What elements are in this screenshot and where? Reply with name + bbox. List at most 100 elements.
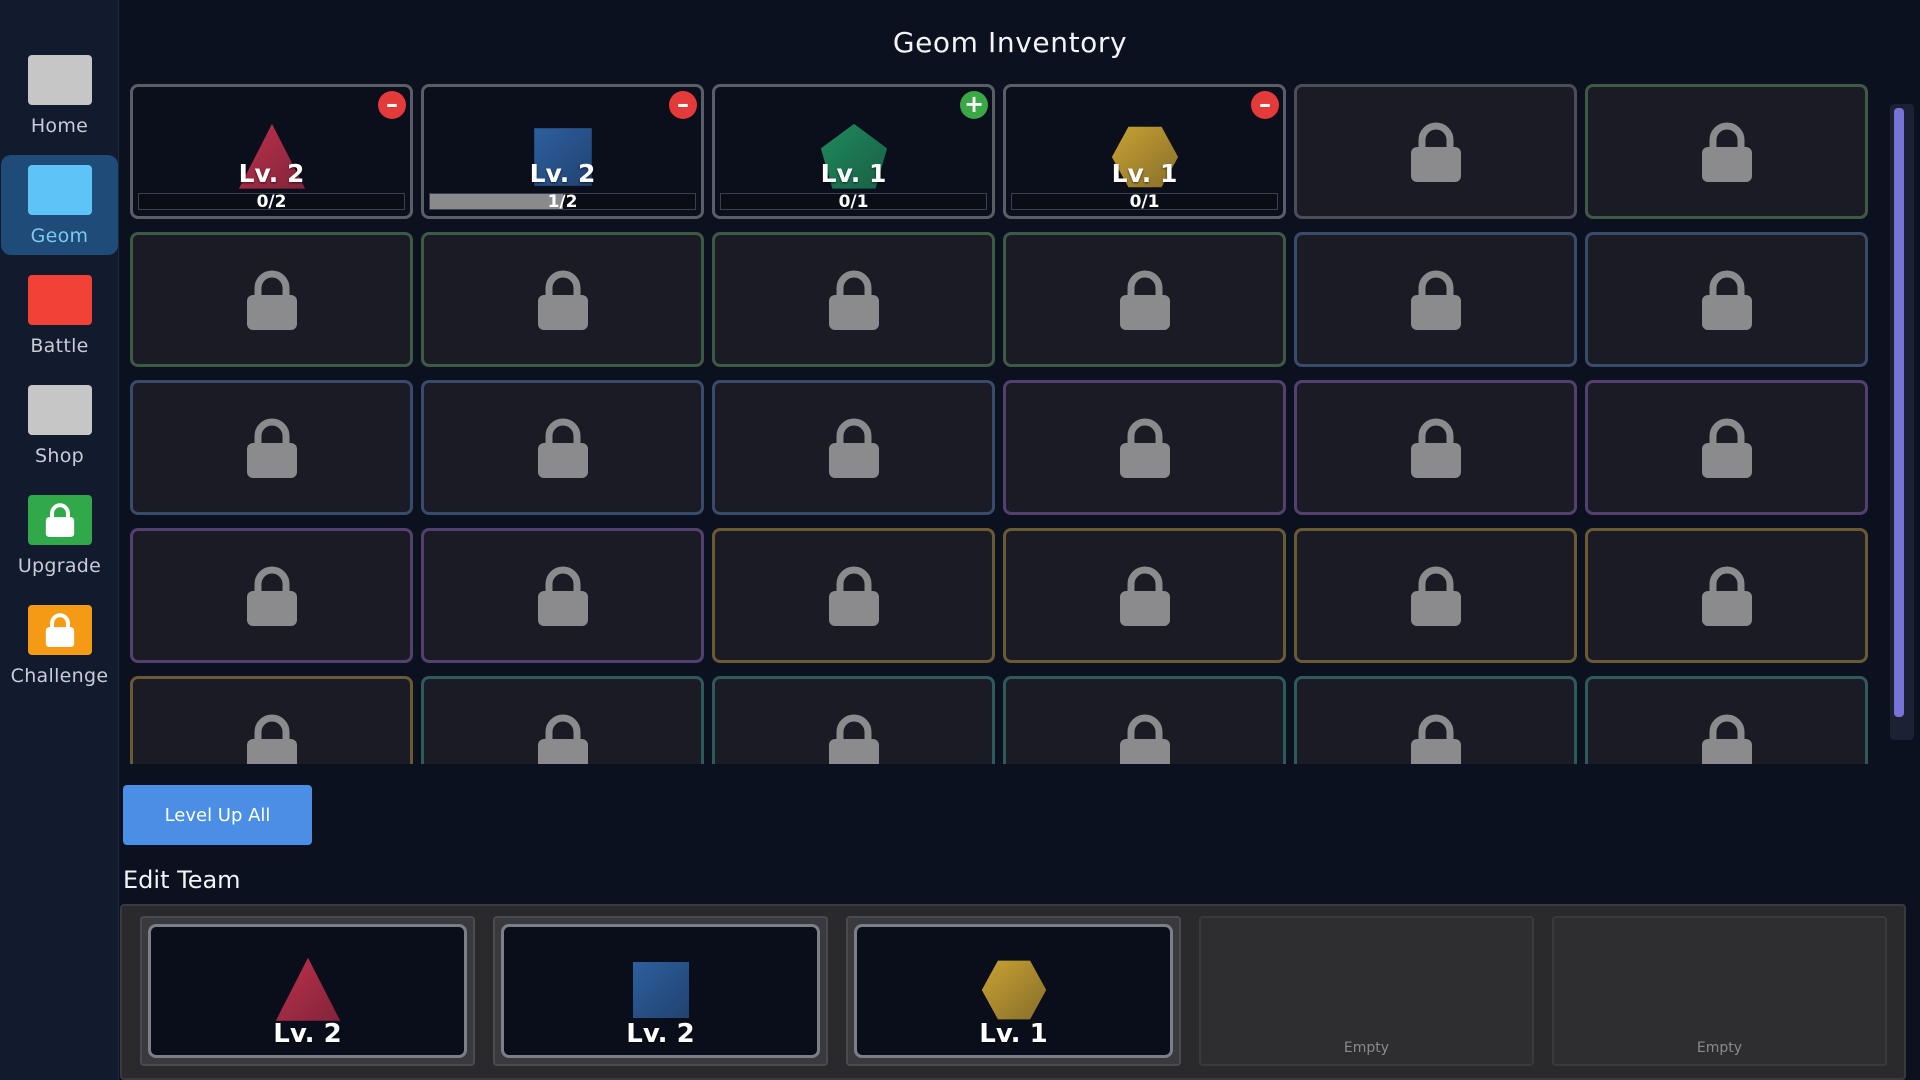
- locked-slot[interactable]: [130, 380, 413, 515]
- sidebar-item-label: Geom: [30, 225, 89, 247]
- locked-slot[interactable]: [1585, 676, 1868, 764]
- locked-slot[interactable]: [1294, 528, 1577, 663]
- locked-slot[interactable]: [421, 380, 704, 515]
- sidebar-item-shop[interactable]: Shop: [0, 375, 119, 475]
- locked-slot[interactable]: [130, 528, 413, 663]
- team-slot-frame: Lv. 2: [148, 924, 467, 1058]
- team-geom-level: Lv. 1: [979, 1019, 1048, 1049]
- lock-icon: [537, 418, 588, 478]
- lock-icon: [45, 503, 74, 537]
- sidebar-item-battle[interactable]: Battle: [0, 265, 119, 365]
- challenge-icon: [27, 605, 92, 655]
- sidebar-item-home[interactable]: Home: [0, 45, 119, 145]
- locked-slot[interactable]: [1585, 232, 1868, 367]
- remove-from-team-button[interactable]: –: [1251, 91, 1279, 119]
- sidebar-item-challenge[interactable]: Challenge: [0, 595, 119, 695]
- home-icon: [27, 55, 92, 105]
- lock-icon: [1410, 714, 1461, 764]
- locked-slot[interactable]: [1585, 528, 1868, 663]
- lock-icon: [537, 566, 588, 626]
- locked-slot[interactable]: [130, 232, 413, 367]
- lock-icon: [828, 714, 879, 764]
- locked-slot[interactable]: [712, 380, 995, 515]
- geom-slot[interactable]: Lv. 2 0/2 –: [130, 84, 413, 219]
- inventory-scrollbar[interactable]: [1890, 104, 1914, 740]
- locked-slot[interactable]: [1294, 232, 1577, 367]
- square-geom-icon: [632, 962, 689, 1018]
- remove-from-team-button[interactable]: –: [378, 91, 406, 119]
- sidebar-item-label: Shop: [35, 445, 84, 467]
- lock-icon: [1119, 418, 1170, 478]
- team-panel: Lv. 2 Lv. 2 Lv. 1 Empty Empty: [120, 904, 1906, 1080]
- lock-icon: [1701, 418, 1752, 478]
- locked-slot[interactable]: [712, 676, 995, 764]
- sidebar-item-label: Upgrade: [17, 555, 102, 577]
- locked-slot[interactable]: [712, 528, 995, 663]
- locked-slot[interactable]: [1294, 84, 1577, 219]
- empty-team-slot[interactable]: Empty: [1552, 916, 1887, 1066]
- lock-icon: [1119, 714, 1170, 764]
- empty-slot-label: Empty: [1343, 1040, 1390, 1056]
- team-geom-level: Lv. 2: [273, 1019, 342, 1049]
- lock-icon: [1701, 566, 1752, 626]
- sidebar-item-label: Challenge: [10, 665, 109, 687]
- progress-text: 0/1: [838, 192, 869, 212]
- locked-slot[interactable]: [1003, 380, 1286, 515]
- hexagon-geom-icon: [981, 960, 1046, 1020]
- geom-level: Lv. 2: [238, 159, 305, 188]
- team-slot[interactable]: Lv. 2: [140, 916, 475, 1066]
- empty-team-slot[interactable]: Empty: [1199, 916, 1534, 1066]
- remove-from-team-button[interactable]: –: [669, 91, 697, 119]
- lock-icon: [1410, 418, 1461, 478]
- upgrade-icon: [27, 495, 92, 545]
- locked-slot[interactable]: [1003, 528, 1286, 663]
- lock-icon: [537, 270, 588, 330]
- geom-progress-bar: 1/2: [429, 192, 696, 212]
- lock-icon: [1410, 122, 1461, 182]
- page-title: Geom Inventory: [892, 26, 1128, 59]
- team-slot[interactable]: Lv. 2: [493, 916, 828, 1066]
- progress-text: 1/2: [547, 192, 578, 212]
- geom-level: Lv. 1: [820, 159, 887, 188]
- locked-slot[interactable]: [712, 232, 995, 367]
- scrollbar-thumb[interactable]: [1894, 108, 1904, 718]
- locked-slot[interactable]: [1294, 380, 1577, 515]
- empty-slot-label: Empty: [1696, 1040, 1743, 1056]
- lock-icon: [828, 566, 879, 626]
- locked-slot[interactable]: [1003, 232, 1286, 367]
- locked-slot[interactable]: [421, 232, 704, 367]
- locked-slot[interactable]: [1003, 676, 1286, 764]
- lock-icon: [1410, 270, 1461, 330]
- lock-icon: [828, 418, 879, 478]
- lock-icon: [1701, 714, 1752, 764]
- lock-icon: [246, 714, 297, 764]
- geom-progress-bar: 0/1: [1011, 193, 1278, 211]
- sidebar-item-upgrade[interactable]: Upgrade: [0, 485, 119, 585]
- inventory-grid: Lv. 2 0/2 – Lv. 2 1/2 – Lv. 1 0/1 + Lv. 1 0/1 –: [130, 84, 1878, 764]
- team-slot-frame: Lv. 2: [501, 924, 820, 1058]
- locked-slot[interactable]: [421, 676, 704, 764]
- lock-icon: [1119, 270, 1170, 330]
- lock-icon: [1119, 566, 1170, 626]
- locked-slot[interactable]: [1585, 84, 1868, 219]
- geom-slot[interactable]: Lv. 2 1/2 –: [421, 84, 704, 219]
- shop-icon: [27, 385, 92, 435]
- triangle-geom-icon: [275, 957, 340, 1021]
- level-up-all-button[interactable]: Level Up All: [123, 785, 312, 845]
- lock-icon: [828, 270, 879, 330]
- geom-slot[interactable]: Lv. 1 0/1 +: [712, 84, 995, 219]
- lock-icon: [1701, 122, 1752, 182]
- locked-slot[interactable]: [1585, 380, 1868, 515]
- locked-slot[interactable]: [421, 528, 704, 663]
- team-slot-frame: Lv. 1: [854, 924, 1173, 1058]
- team-slot[interactable]: Lv. 1: [846, 916, 1181, 1066]
- locked-slot[interactable]: [130, 676, 413, 764]
- add-to-team-button[interactable]: +: [960, 91, 988, 119]
- sidebar-item-geom[interactable]: Geom: [1, 155, 118, 255]
- lock-icon: [1701, 270, 1752, 330]
- locked-slot[interactable]: [1294, 676, 1577, 764]
- progress-text: 0/2: [256, 192, 287, 212]
- geom-slot[interactable]: Lv. 1 0/1 –: [1003, 84, 1286, 219]
- lock-icon: [1410, 566, 1461, 626]
- lock-icon: [537, 714, 588, 764]
